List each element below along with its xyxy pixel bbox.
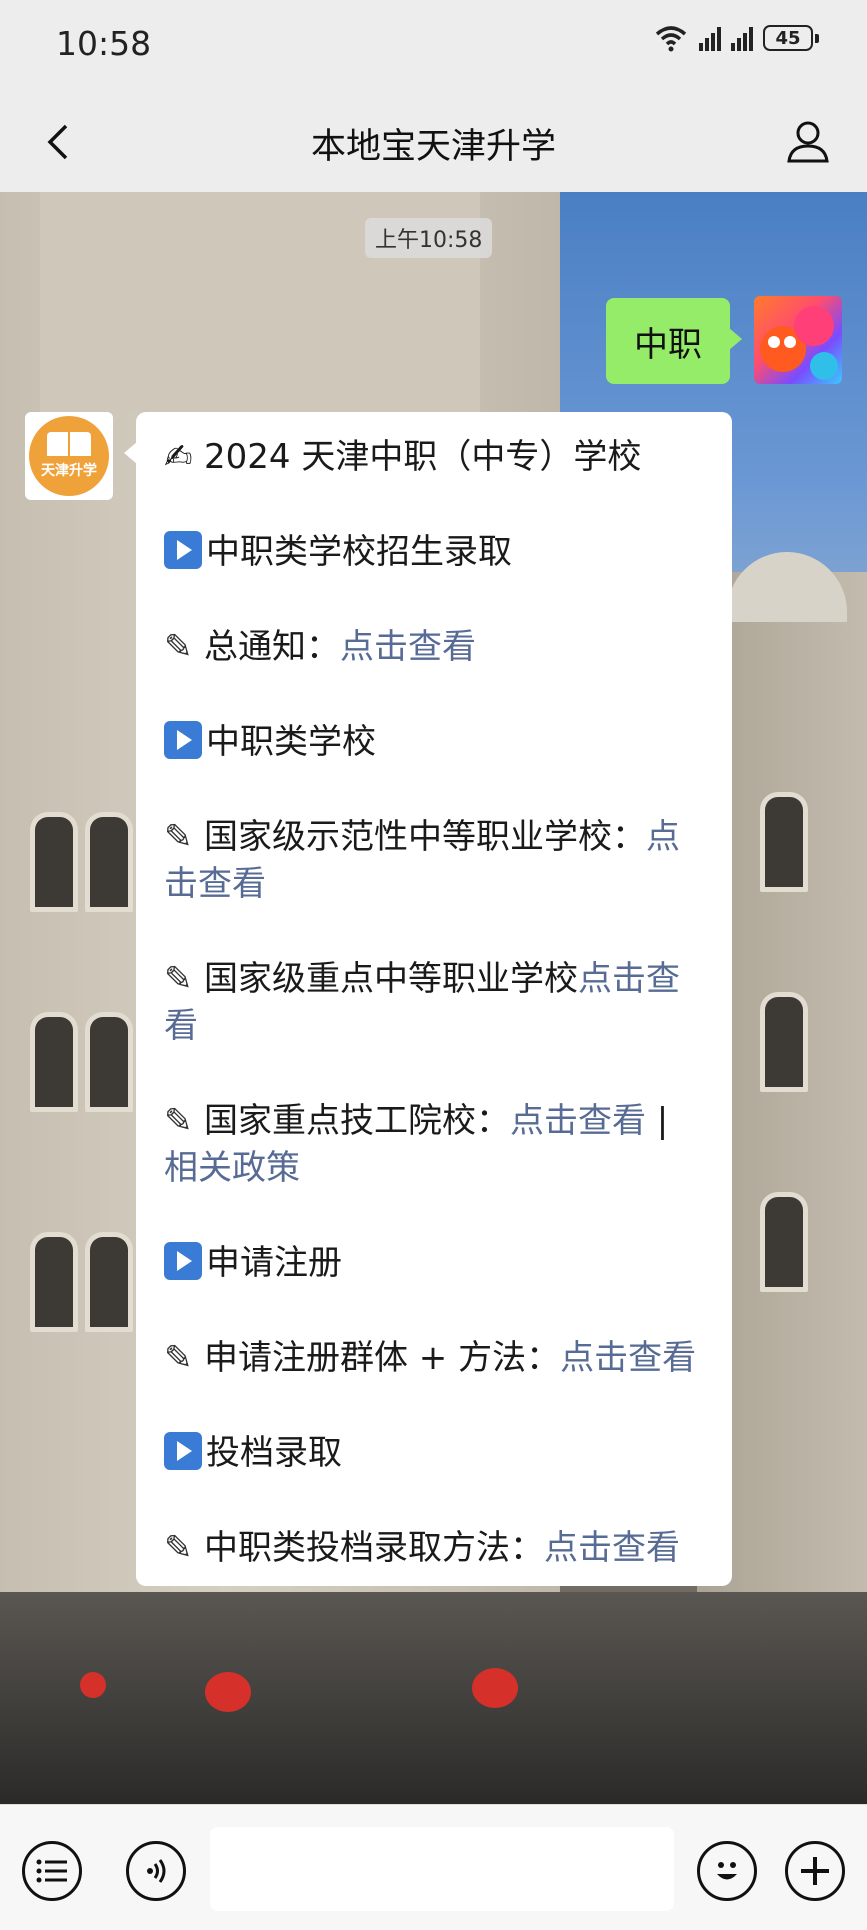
status-time: 10:58: [56, 24, 152, 63]
background-window: [30, 1012, 78, 1112]
writing-hand-icon: ✍: [164, 437, 193, 477]
background-window: [760, 1192, 808, 1292]
view-link[interactable]: 点击查看: [510, 1101, 646, 1141]
menu-button[interactable]: [22, 1841, 82, 1901]
play-button-icon: [164, 1432, 202, 1470]
bot-message-bubble: ✍ 2024 天津中职（中专）学校 中职类学校招生录取 ✎ 总通知：点击查看 中职类…: [124, 412, 732, 1586]
message-line: ✎ 国家级示范性中等职业学校：点击查看: [164, 814, 704, 908]
background-street: [0, 1592, 867, 1804]
play-button-icon: [164, 531, 202, 569]
lantern: [80, 1672, 106, 1698]
title-bar: 本地宝天津升学: [0, 92, 867, 192]
pencil-icon: ✎: [164, 817, 193, 857]
background-building: [727, 552, 847, 622]
message-line: 投档录取: [164, 1430, 704, 1477]
view-link[interactable]: 点击查看: [544, 1528, 680, 1568]
status-bar: 10:58 45: [0, 0, 867, 92]
background-window: [85, 1012, 133, 1112]
message-input[interactable]: [210, 1827, 674, 1911]
pencil-icon: ✎: [164, 959, 193, 999]
background-window: [30, 1232, 78, 1332]
list-icon: [36, 1859, 67, 1883]
user-message-bubble[interactable]: 中职: [606, 298, 742, 384]
view-link[interactable]: 点击查看: [560, 1338, 696, 1378]
pencil-icon: ✎: [164, 1101, 193, 1141]
profile-button[interactable]: [777, 110, 839, 172]
link-separator: |: [646, 1101, 669, 1141]
message-timestamp: 上午10:58: [365, 218, 493, 258]
message-line: ✎ 申请注册群体 + 方法：点击查看: [164, 1335, 704, 1382]
person-icon: [787, 121, 829, 163]
message-line: ✎ 中职类投档录取方法：点击查看: [164, 1525, 704, 1572]
voice-button[interactable]: [126, 1841, 186, 1901]
lantern: [472, 1668, 518, 1708]
signal-icon: [699, 25, 721, 51]
wifi-icon: [653, 24, 689, 52]
message-line: 中职类学校: [164, 719, 704, 766]
user-avatar[interactable]: [754, 296, 842, 384]
smiley-icon: [717, 1862, 737, 1880]
message-line: ✎ 总通知：点击查看: [164, 624, 704, 671]
play-button-icon: [164, 721, 202, 759]
emoji-button[interactable]: [697, 1841, 757, 1901]
message-line: ✎ 国家重点技工院校：点击查看 | 相关政策: [164, 1098, 704, 1192]
message-line: ✎ 国家级重点中等职业学校点击查看: [164, 956, 704, 1050]
pencil-icon: ✎: [164, 1528, 193, 1568]
play-button-icon: [164, 1242, 202, 1280]
message-line: 中职类学校招生录取: [164, 529, 704, 576]
bot-logo: 天津升学: [29, 416, 109, 496]
message-line: 申请注册: [164, 1240, 704, 1287]
message-line: ✍ 2024 天津中职（中专）学校: [164, 434, 704, 481]
status-icons: 45: [653, 24, 819, 52]
policy-link[interactable]: 相关政策: [164, 1148, 300, 1188]
background-window: [85, 1232, 133, 1332]
background-window: [30, 812, 78, 912]
more-button[interactable]: [785, 1841, 845, 1901]
battery-icon: 45: [763, 25, 819, 51]
input-bar: [0, 1804, 867, 1930]
pencil-icon: ✎: [164, 627, 193, 667]
voice-icon: [147, 1859, 166, 1883]
background-window: [760, 992, 808, 1092]
book-icon: [47, 432, 91, 456]
lantern: [205, 1672, 251, 1712]
signal-icon: [731, 25, 753, 51]
background-window: [760, 792, 808, 892]
bot-avatar[interactable]: 天津升学: [25, 412, 113, 500]
plus-icon: [801, 1857, 829, 1885]
pencil-icon: ✎: [164, 1338, 193, 1378]
view-link[interactable]: 点击查看: [340, 627, 476, 667]
background-window: [85, 812, 133, 912]
page-title: 本地宝天津升学: [310, 127, 556, 167]
